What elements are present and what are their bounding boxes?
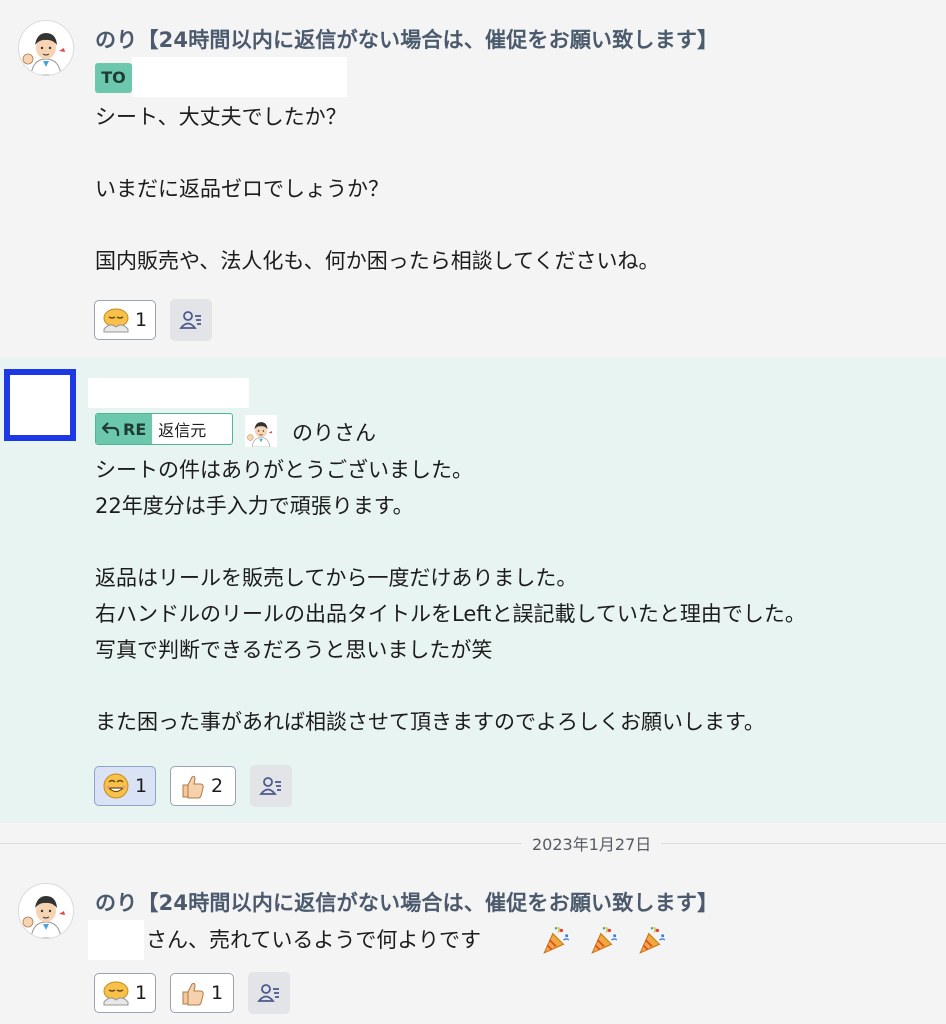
sender-avatar[interactable] <box>18 20 74 76</box>
doctor-avatar-icon <box>245 415 277 447</box>
reply-arrow-icon <box>102 422 120 436</box>
readers-list-icon <box>257 981 281 1005</box>
reaction-thumbs-up[interactable]: 2 <box>170 766 236 806</box>
reaction-count: 1 <box>135 309 148 331</box>
reply-badge[interactable]: RE 返信元 <box>95 413 233 445</box>
reply-to-name: のりさん <box>292 421 376 445</box>
readers-list-icon <box>259 774 283 798</box>
grin-emoji-icon <box>101 771 131 801</box>
reply-source: 返信元 <box>158 421 207 440</box>
reaction-thumbs-up[interactable]: 1 <box>170 973 234 1013</box>
party-popper-icon <box>540 924 572 956</box>
doctor-avatar-icon <box>19 884 73 938</box>
readers-list-button[interactable] <box>250 765 292 807</box>
sender-name[interactable]: のり【24時間以内に返信がない場合は、催促をお願い致します】 <box>95 887 718 917</box>
reaction-bow[interactable]: 1 <box>94 300 156 340</box>
thumbs-up-emoji-icon <box>177 771 207 801</box>
bow-emoji-icon <box>101 305 131 335</box>
reaction-count: 2 <box>211 775 224 797</box>
party-popper-icon <box>588 924 620 956</box>
party-popper-icon <box>636 924 668 956</box>
doctor-avatar-icon <box>19 21 73 75</box>
redacted-recipient <box>132 57 347 97</box>
chat-message: のり【24時間以内に返信がない場合は、催促をお願い致します】 TO シート、大丈… <box>0 0 946 357</box>
message-body: さん、売れているようで何よりです <box>146 928 481 952</box>
sender-name[interactable]: のり【24時間以内に返信がない場合は、催促をお願い致します】 <box>95 24 718 54</box>
message-body: シート、大丈夫でしたか？ いまだに返品ゼロでしょうか？ 国内販売や、法人化も、何… <box>95 105 660 273</box>
sender-avatar[interactable] <box>18 883 74 939</box>
bow-emoji-icon <box>101 978 131 1008</box>
message-body: シートの件はありがとうございました。 22年度分は手入力で頑張ります。 返品はリ… <box>95 458 806 734</box>
chat-message-highlighted: RE 返信元 のりさん シートの件はありがとうございました。 22年度分は手入力… <box>0 357 946 823</box>
reaction-count: 1 <box>211 982 224 1004</box>
reply-label: RE <box>123 419 147 439</box>
date-label: 2023年1月27日 <box>522 831 662 855</box>
chat-message: のり【24時間以内に返信がない場合は、催促をお願い致します】 さん、売れているよ… <box>0 860 946 1024</box>
readers-list-button[interactable] <box>170 299 212 341</box>
divider-line <box>0 843 946 844</box>
readers-list-button[interactable] <box>248 972 290 1014</box>
reaction-bow[interactable]: 1 <box>94 973 156 1013</box>
reply-label-block: RE <box>96 414 153 444</box>
thumbs-up-emoji-icon <box>177 978 207 1008</box>
date-divider: 2023年1月27日 <box>0 826 946 860</box>
redacted-sender-name <box>88 378 249 408</box>
reaction-grin[interactable]: 1 <box>94 766 156 806</box>
reaction-count: 1 <box>135 982 148 1004</box>
sender-avatar[interactable] <box>4 369 76 441</box>
to-badge: TO <box>95 63 132 93</box>
readers-list-icon <box>179 308 203 332</box>
redacted-recipient <box>88 920 144 960</box>
reaction-count: 1 <box>135 775 148 797</box>
